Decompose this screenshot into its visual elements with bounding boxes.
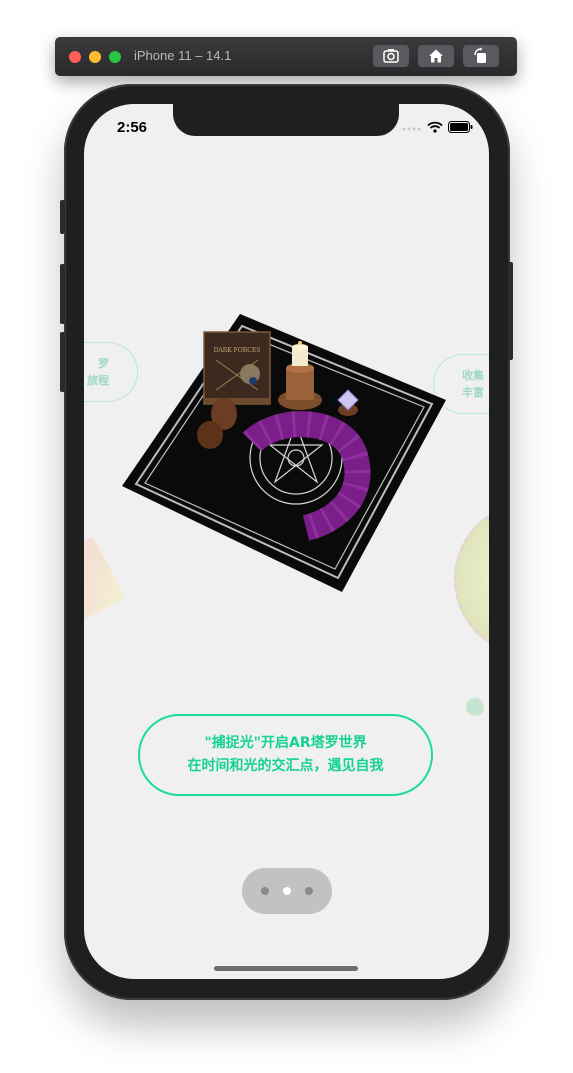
close-window-button[interactable] [69, 51, 81, 63]
next-card-illustration [454, 502, 489, 656]
rotate-button[interactable] [463, 45, 499, 67]
rotate-icon [474, 47, 486, 63]
home-icon [429, 49, 443, 63]
tarot-table-illustration: DARK FORCES [122, 314, 446, 592]
volume-down-button [60, 332, 65, 392]
mute-switch [60, 200, 65, 234]
power-button [508, 262, 513, 360]
next-card-dot [466, 698, 484, 716]
caption-pill: "捕捉光"开启AR塔罗世界 在时间和光的交汇点，遇见自我 [138, 714, 433, 796]
tarot-cloth [122, 314, 446, 592]
home-indicator[interactable] [214, 966, 358, 971]
next-card-line1: 收集 [462, 369, 484, 382]
notch [173, 104, 399, 136]
minimize-window-button[interactable] [89, 51, 101, 63]
volume-up-button [60, 264, 65, 324]
svg-text:DARK FORCES: DARK FORCES [214, 347, 261, 354]
home-button[interactable] [418, 45, 454, 67]
next-card-line2: 丰富 [462, 386, 484, 399]
page-indicator[interactable] [242, 868, 332, 914]
prev-card-line2: 旅程 [87, 374, 109, 387]
page-dot-1[interactable] [261, 887, 269, 895]
status-icons [402, 121, 473, 133]
simulator-titlebar: iPhone 11 – 14.1 [55, 37, 517, 76]
page-dot-3[interactable] [305, 887, 313, 895]
app-screen: 2:56 罗 旅程 收集 丰富 DARK FORCES "捕捉光"开启AR塔罗世… [84, 104, 489, 979]
battery-icon [448, 121, 473, 133]
signal-icon [402, 127, 421, 131]
maximize-window-button[interactable] [109, 51, 121, 63]
screenshot-button[interactable] [373, 45, 409, 67]
prev-card-line1: 罗 [98, 357, 109, 370]
simulator-title: iPhone 11 – 14.1 [134, 48, 232, 63]
caption-line1: "捕捉光"开启AR塔罗世界 [204, 735, 367, 751]
dark-forces-book: DARK FORCES [203, 331, 271, 405]
screenshot-icon [383, 49, 399, 63]
page-dot-2-active[interactable] [283, 887, 291, 895]
caption-line2: 在时间和光的交汇点，遇见自我 [187, 758, 384, 774]
status-time: 2:56 [117, 119, 148, 136]
wifi-icon [427, 121, 443, 133]
